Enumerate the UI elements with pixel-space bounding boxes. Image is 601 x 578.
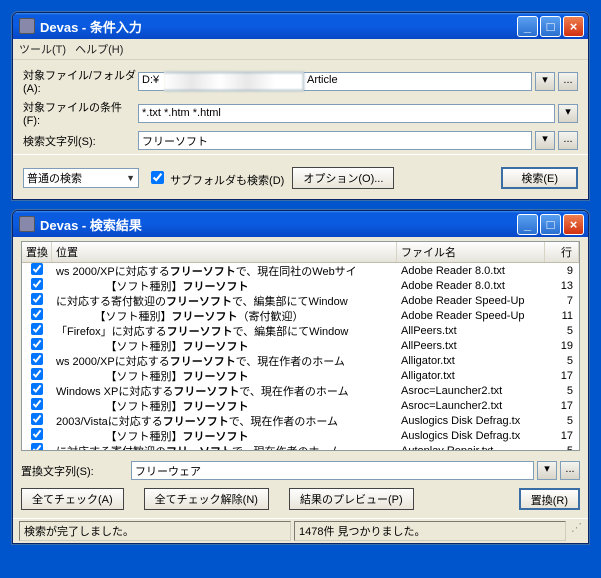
row-filename: Adobe Reader 8.0.txt xyxy=(397,278,545,294)
row-line: 11 xyxy=(545,308,579,324)
filecond-label: 対象ファイルの条件(F): xyxy=(23,99,138,127)
row-line: 9 xyxy=(545,263,579,279)
row-filename: Auslogics Disk Defrag.tx xyxy=(397,413,545,429)
row-filename: Alligator.txt xyxy=(397,353,545,369)
row-checkbox[interactable] xyxy=(31,263,43,275)
condition-window: Devas - 条件入力 _ □ × ツール(T) ヘルプ(H) 対象ファイル/… xyxy=(12,12,589,200)
row-checkbox[interactable] xyxy=(31,368,43,380)
row-filename: AllPeers.txt xyxy=(397,323,545,339)
table-row[interactable]: に対応する寄付歓迎のフリーソフトで、現在作者のホームAutoplay Repai… xyxy=(22,443,579,450)
menu-bar: ツール(T) ヘルプ(H) xyxy=(13,39,588,60)
row-checkbox[interactable] xyxy=(31,338,43,350)
preview-button[interactable]: 結果のプレビュー(P) xyxy=(289,488,414,510)
maximize-button[interactable]: □ xyxy=(540,16,561,37)
searchstr-dropdown-button[interactable]: ▾ xyxy=(535,131,555,150)
filecond-input[interactable] xyxy=(138,104,555,123)
row-line: 7 xyxy=(545,293,579,309)
searchstr-label: 検索文字列(S): xyxy=(23,133,138,149)
search-button[interactable]: 検索(E) xyxy=(501,167,578,189)
row-checkbox[interactable] xyxy=(31,323,43,335)
row-filename: Asroc=Launcher2.txt xyxy=(397,398,545,414)
searchstr-browse-button[interactable]: ... xyxy=(558,131,578,150)
subfolder-checkbox[interactable] xyxy=(151,171,164,184)
header-line[interactable]: 行 xyxy=(545,242,579,262)
target-dropdown-button[interactable]: ▾ xyxy=(535,72,555,91)
row-checkbox[interactable] xyxy=(31,398,43,410)
header-check[interactable]: 置換 xyxy=(22,242,52,262)
row-checkbox[interactable] xyxy=(31,278,43,290)
target-browse-button[interactable]: ... xyxy=(558,72,578,91)
minimize-button[interactable]: _ xyxy=(517,214,538,235)
row-line: 5 xyxy=(545,353,579,369)
row-filename: Adobe Reader 8.0.txt xyxy=(397,263,545,279)
row-line: 17 xyxy=(545,368,579,384)
row-position: に対応する寄付歓迎のフリーソフトで、現在作者のホーム xyxy=(52,441,397,451)
row-line: 5 xyxy=(545,443,579,451)
chevron-down-icon: ▼ xyxy=(126,173,135,183)
target-blurred[interactable] xyxy=(164,72,304,91)
row-line: 13 xyxy=(545,278,579,294)
minimize-button[interactable]: _ xyxy=(517,16,538,37)
subfolder-label: サブフォルダも検索(D) xyxy=(170,175,284,187)
row-checkbox[interactable] xyxy=(31,443,43,450)
row-checkbox[interactable] xyxy=(31,428,43,440)
row-checkbox[interactable] xyxy=(31,293,43,305)
menu-help[interactable]: ヘルプ(H) xyxy=(75,44,123,56)
option-button[interactable]: オプション(O)... xyxy=(292,167,394,189)
replace-dropdown-button[interactable]: ▾ xyxy=(537,461,557,480)
status-right: 1478件 見つかりました。 xyxy=(294,521,566,541)
target-prefix[interactable]: D:¥ xyxy=(138,72,164,91)
target-label: 対象ファイル/フォルダ(A): xyxy=(23,67,138,95)
replace-button[interactable]: 置換(R) xyxy=(519,488,580,510)
replace-browse-button[interactable]: ... xyxy=(560,461,580,480)
replace-input[interactable] xyxy=(131,461,534,480)
close-button[interactable]: × xyxy=(563,16,584,37)
results-window: Devas - 検索結果 _ □ × 置換 位置 ファイル名 行 ws 2000… xyxy=(12,210,589,544)
close-button[interactable]: × xyxy=(563,214,584,235)
results-table: 置換 位置 ファイル名 行 ws 2000/XPに対応するフリーソフトで、現在同… xyxy=(21,241,580,451)
row-line: 5 xyxy=(545,383,579,399)
titlebar[interactable]: Devas - 条件入力 _ □ × xyxy=(13,13,588,39)
row-checkbox[interactable] xyxy=(31,308,43,320)
header-filename[interactable]: ファイル名 xyxy=(397,242,545,262)
header-position[interactable]: 位置 xyxy=(52,242,397,262)
search-mode-label: 普通の検索 xyxy=(27,170,82,186)
row-filename: AllPeers.txt xyxy=(397,338,545,354)
app-icon xyxy=(19,216,35,232)
maximize-button[interactable]: □ xyxy=(540,214,561,235)
window-title: Devas - 検索結果 xyxy=(40,215,515,234)
check-all-button[interactable]: 全てチェック(A) xyxy=(21,488,124,510)
row-filename: Alligator.txt xyxy=(397,368,545,384)
row-checkbox[interactable] xyxy=(31,413,43,425)
status-bar: 検索が完了しました。 1478件 見つかりました。 ⋰ xyxy=(13,518,588,543)
status-left: 検索が完了しました。 xyxy=(19,521,291,541)
row-filename: Asroc=Launcher2.txt xyxy=(397,383,545,399)
row-checkbox[interactable] xyxy=(31,353,43,365)
row-line: 5 xyxy=(545,413,579,429)
replace-label: 置換文字列(S): xyxy=(21,463,131,479)
menu-tool[interactable]: ツール(T) xyxy=(19,44,66,56)
row-filename: Adobe Reader Speed-Up xyxy=(397,308,545,324)
row-filename: Auslogics Disk Defrag.tx xyxy=(397,428,545,444)
window-title: Devas - 条件入力 xyxy=(40,17,515,36)
row-line: 17 xyxy=(545,428,579,444)
row-line: 19 xyxy=(545,338,579,354)
search-mode-combo[interactable]: 普通の検索 ▼ xyxy=(23,168,139,188)
target-suffix[interactable]: Article xyxy=(304,72,532,91)
row-checkbox[interactable] xyxy=(31,383,43,395)
filecond-dropdown-button[interactable]: ▾ xyxy=(558,104,578,123)
app-icon xyxy=(19,18,35,34)
row-line: 5 xyxy=(545,323,579,339)
row-filename: Autoplay Repair.txt xyxy=(397,443,545,451)
row-line: 17 xyxy=(545,398,579,414)
uncheck-all-button[interactable]: 全てチェック解除(N) xyxy=(144,488,269,510)
titlebar[interactable]: Devas - 検索結果 _ □ × xyxy=(13,211,588,237)
resize-grip-icon[interactable]: ⋰ xyxy=(566,521,582,541)
row-filename: Adobe Reader Speed-Up xyxy=(397,293,545,309)
searchstr-input[interactable] xyxy=(138,131,532,150)
subfolder-check[interactable]: サブフォルダも検索(D) xyxy=(147,168,284,188)
